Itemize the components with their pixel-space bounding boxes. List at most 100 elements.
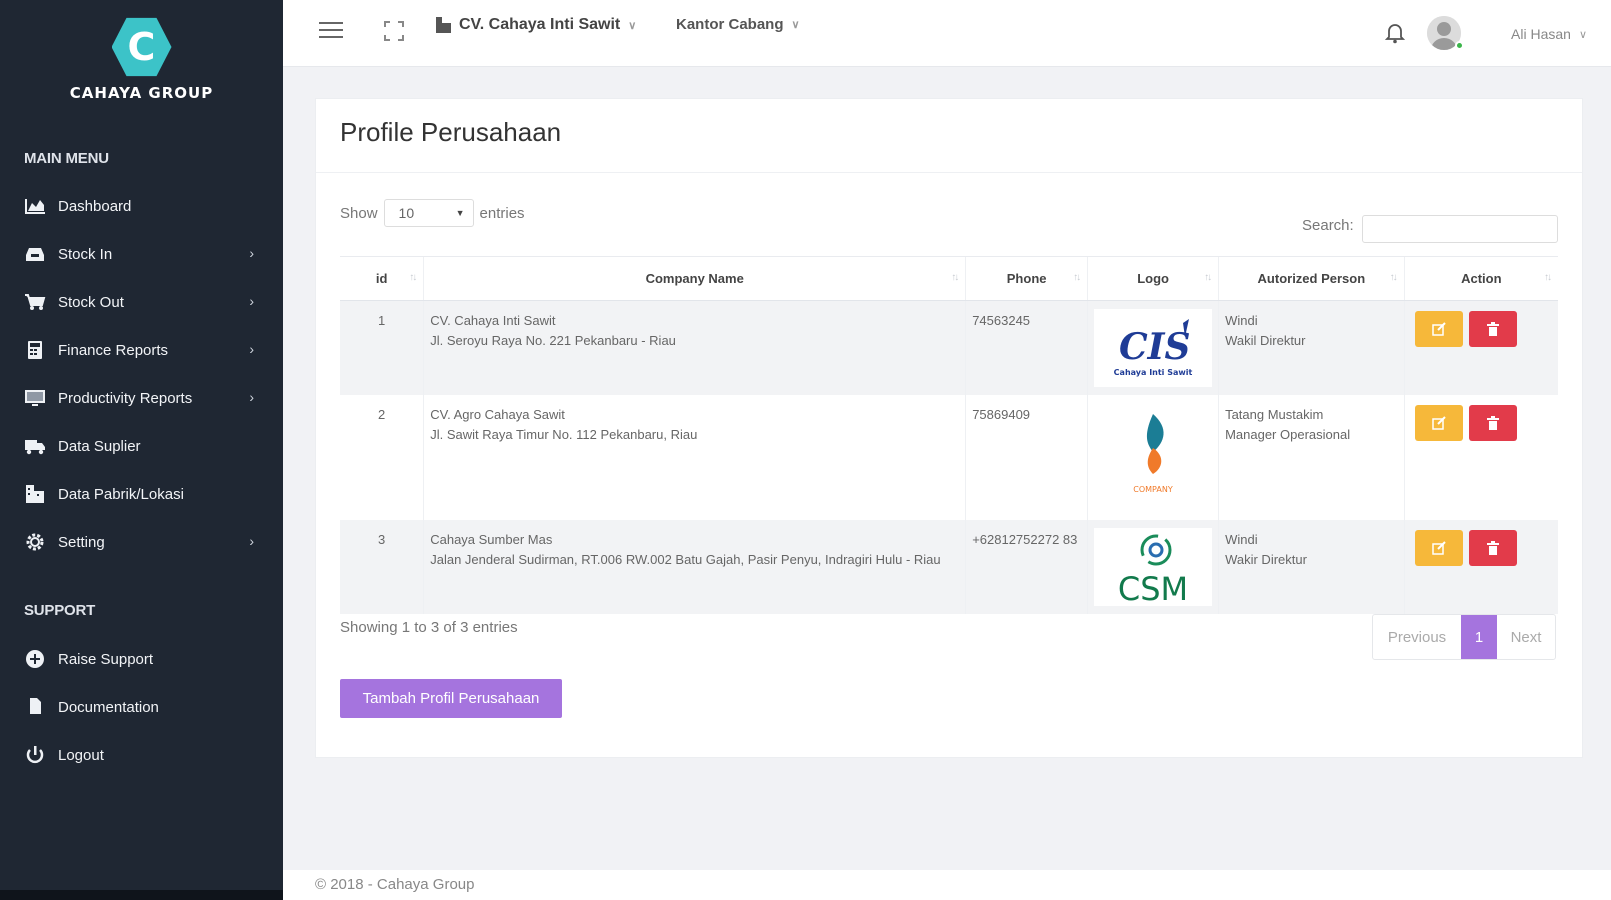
user-menu[interactable]: Ali Hasan ∨ bbox=[1511, 26, 1587, 42]
brand-logo[interactable]: C CAHAYA GROUP bbox=[0, 16, 283, 102]
entries-select[interactable]: 10 ▼ bbox=[383, 199, 474, 227]
company-address: Jl. Seroyu Raya No. 221 Pekanbaru - Riau bbox=[430, 333, 676, 348]
delete-button[interactable] bbox=[1468, 405, 1517, 441]
main-menu-heading: MAIN MENU bbox=[24, 150, 109, 167]
person-position: Wakir Direktur bbox=[1225, 552, 1307, 567]
sidebar-item-label: Stock In bbox=[58, 245, 113, 263]
person-position: Wakil Direktur bbox=[1225, 333, 1306, 348]
person-name: Windi bbox=[1225, 532, 1258, 547]
fullscreen-icon[interactable] bbox=[383, 20, 405, 42]
building-icon bbox=[22, 484, 48, 504]
add-company-profile-button[interactable]: Tambah Profil Perusahaan bbox=[340, 679, 562, 718]
entries-value: 10 bbox=[398, 205, 415, 221]
footer-copyright: © 2018 - Cahaya Group bbox=[315, 876, 475, 893]
pagination: Previous 1 Next bbox=[1372, 614, 1556, 660]
edit-icon bbox=[1431, 416, 1446, 430]
company-address: Jalan Jenderal Sudirman, RT.006 RW.002 B… bbox=[430, 552, 941, 567]
gear-icon bbox=[22, 532, 48, 552]
brand-initial: C bbox=[127, 25, 156, 69]
branch-selector[interactable]: Kantor Cabang ∨ bbox=[676, 16, 800, 33]
csm-logo: CSM bbox=[1094, 528, 1213, 606]
page-length-control: Show 10 ▼ entries bbox=[340, 199, 525, 227]
svg-text:Cahaya Inti Sawit: Cahaya Inti Sawit bbox=[1114, 368, 1193, 377]
sidebar-item-logout[interactable]: Logout bbox=[22, 740, 262, 770]
chevron-right-icon: › bbox=[249, 245, 254, 261]
bell-icon[interactable] bbox=[1384, 22, 1406, 44]
search-label: Search: bbox=[1302, 217, 1354, 234]
table-row: 3 Cahaya Sumber Mas Jalan Jenderal Sudir… bbox=[340, 520, 1558, 614]
page-1-button[interactable]: 1 bbox=[1461, 615, 1497, 659]
sidebar-item-dashboard[interactable]: Dashboard bbox=[22, 191, 262, 221]
table-row: 1 CV. Cahaya Inti Sawit Jl. Seroyu Raya … bbox=[340, 300, 1558, 395]
svg-text:COMPANY: COMPANY bbox=[1133, 485, 1173, 494]
calculator-icon bbox=[22, 340, 48, 360]
sidebar-item-label: Stock Out bbox=[58, 293, 124, 311]
topbar: CV. Cahaya Inti Sawit ∨ Kantor Cabang ∨ … bbox=[283, 0, 1611, 67]
company-table: id ↑↓ Company Name ↑↓ Phone ↑↓ Logo ↑↓ Autor… bbox=[340, 256, 1558, 614]
cell-logo: COMPANY bbox=[1087, 395, 1219, 520]
chevron-right-icon: › bbox=[249, 533, 254, 549]
delete-button[interactable] bbox=[1468, 311, 1517, 347]
sidebar-item-stock-in[interactable]: Stock In › bbox=[22, 239, 262, 269]
sort-icon: ↑↓ bbox=[951, 272, 959, 283]
sidebar-item-label: Documentation bbox=[58, 698, 159, 716]
sidebar-item-productivity-reports[interactable]: Productivity Reports › bbox=[22, 383, 262, 413]
file-icon bbox=[22, 697, 48, 717]
column-header-id[interactable]: id ↑↓ bbox=[340, 256, 424, 301]
previous-page-button[interactable]: Previous bbox=[1373, 615, 1461, 659]
next-page-button[interactable]: Next bbox=[1497, 615, 1555, 659]
power-icon bbox=[22, 745, 48, 765]
company-name: CV. Cahaya Inti Sawit bbox=[430, 313, 556, 328]
chevron-down-icon: ∨ bbox=[791, 19, 800, 31]
edit-icon bbox=[1431, 541, 1446, 555]
sidebar-item-data-pabrik[interactable]: Data Pabrik/Lokasi bbox=[22, 479, 262, 509]
column-header-person[interactable]: Autorized Person ↑↓ bbox=[1218, 256, 1405, 301]
sort-icon: ↑↓ bbox=[409, 272, 417, 283]
sidebar-footer-strip bbox=[0, 890, 283, 900]
column-header-action[interactable]: Action ↑↓ bbox=[1403, 256, 1558, 301]
edit-button[interactable] bbox=[1414, 311, 1463, 347]
chevron-right-icon: › bbox=[249, 293, 254, 309]
cell-company: Cahaya Sumber Mas Jalan Jenderal Sudirma… bbox=[423, 520, 966, 614]
trash-icon bbox=[1486, 416, 1499, 430]
sidebar-item-label: Logout bbox=[58, 746, 104, 764]
sidebar-item-stock-out[interactable]: Stock Out › bbox=[22, 287, 262, 317]
sidebar-item-data-suplier[interactable]: Data Suplier bbox=[22, 431, 262, 461]
profile-card: Profile Perusahaan Show 10 ▼ entries Sea… bbox=[315, 98, 1583, 758]
sidebar-item-setting[interactable]: Setting › bbox=[22, 527, 262, 557]
chart-icon bbox=[22, 196, 48, 216]
online-status-dot bbox=[1455, 41, 1464, 50]
cell-action bbox=[1403, 300, 1558, 395]
edit-button[interactable] bbox=[1414, 405, 1463, 441]
entries-label: entries bbox=[479, 204, 525, 222]
sidebar-item-finance-reports[interactable]: Finance Reports › bbox=[22, 335, 262, 365]
sort-icon: ↑↓ bbox=[1204, 272, 1212, 283]
table-info: Showing 1 to 3 of 3 entries bbox=[340, 619, 518, 636]
table-row: 2 CV. Agro Cahaya Sawit Jl. Sawit Raya T… bbox=[340, 395, 1558, 520]
chevron-down-icon: ∨ bbox=[1578, 28, 1587, 41]
cell-id: 1 bbox=[340, 300, 424, 395]
company-selector[interactable]: CV. Cahaya Inti Sawit ∨ bbox=[435, 16, 636, 34]
column-header-company[interactable]: Company Name ↑↓ bbox=[423, 256, 966, 301]
cis-logo: CIS Cahaya Inti Sawit bbox=[1094, 309, 1213, 387]
column-header-logo[interactable]: Logo ↑↓ bbox=[1087, 256, 1219, 301]
show-label: Show bbox=[340, 204, 378, 222]
cell-company: CV. Agro Cahaya Sawit Jl. Sawit Raya Tim… bbox=[423, 395, 966, 520]
delete-button[interactable] bbox=[1468, 530, 1517, 566]
sidebar-item-label: Dashboard bbox=[58, 197, 132, 215]
cell-logo: CIS Cahaya Inti Sawit bbox=[1087, 300, 1219, 395]
building-icon bbox=[436, 17, 451, 33]
sidebar-item-documentation[interactable]: Documentation bbox=[22, 692, 262, 722]
edit-button[interactable] bbox=[1414, 530, 1463, 566]
column-header-phone[interactable]: Phone ↑↓ bbox=[965, 256, 1088, 301]
cell-person: Windi Wakir Direktur bbox=[1218, 520, 1405, 614]
company-address: Jl. Sawit Raya Timur No. 112 Pekanbaru, … bbox=[430, 427, 698, 442]
table-header-row: id ↑↓ Company Name ↑↓ Phone ↑↓ Logo ↑↓ Autor… bbox=[340, 256, 1558, 301]
cell-phone: 74563245 bbox=[965, 300, 1088, 395]
menu-toggle-icon[interactable] bbox=[319, 22, 343, 40]
search-input[interactable] bbox=[1362, 215, 1558, 243]
sidebar-item-raise-support[interactable]: Raise Support bbox=[22, 644, 262, 674]
footer: © 2018 - Cahaya Group bbox=[283, 870, 1611, 900]
chevron-right-icon: › bbox=[249, 389, 254, 405]
sort-icon: ↑↓ bbox=[1544, 272, 1552, 283]
